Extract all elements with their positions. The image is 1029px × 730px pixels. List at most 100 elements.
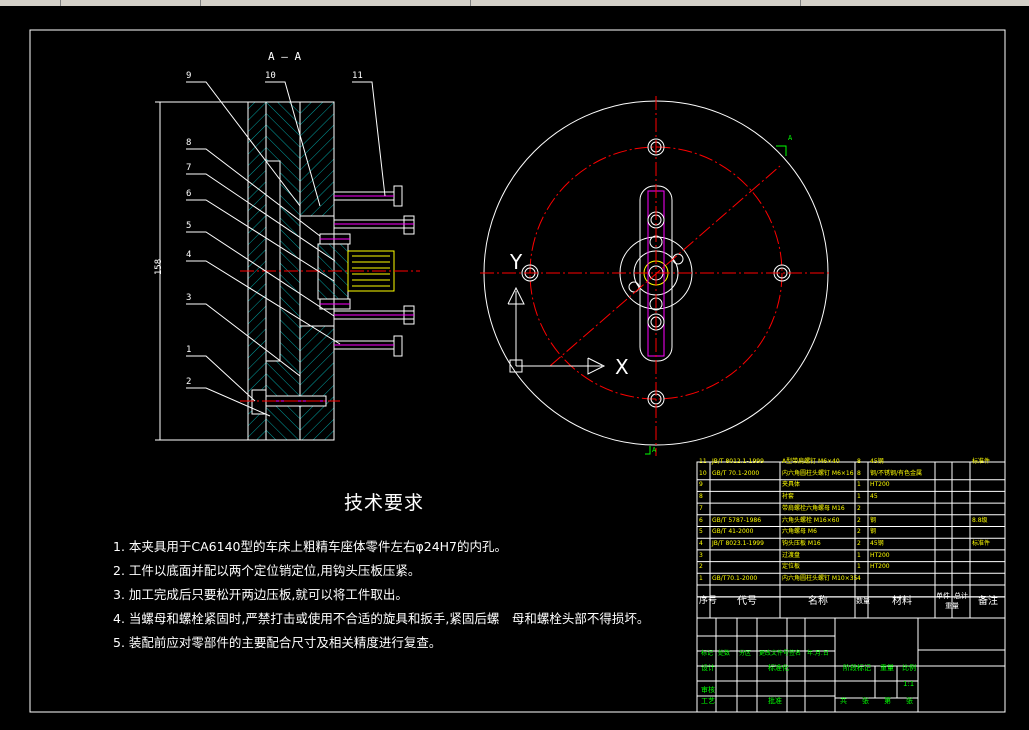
tb-process: 工艺 xyxy=(701,697,715,705)
tb-check: 审核 xyxy=(701,686,715,694)
bom-cell-name: 夹具体 xyxy=(782,481,801,489)
part-callout: 3 xyxy=(186,293,192,303)
bom-cell-no: 6 xyxy=(699,516,703,524)
bom-cell-name: 过渡盘 xyxy=(782,551,801,559)
bom-cell-code: JB/T 8012.1-1999 xyxy=(712,458,764,465)
bom-cell-no: 4 xyxy=(699,539,703,547)
bom-cell-code: GB/T 41-2000 xyxy=(712,528,754,536)
tech-req-line: 5. 装配前应对零部件的主要配合尺寸及相关精度进行复查。 xyxy=(113,635,442,650)
bom-cell-qty: 2 xyxy=(857,504,861,512)
bom-cell-mat: 钢 xyxy=(870,528,877,536)
bom-header-mat: 材料 xyxy=(892,596,912,607)
bom-header-total: 总计 xyxy=(954,592,968,600)
tech-req-title: 技术要求 xyxy=(344,492,425,514)
bom-cell-code: GB/T70.1-2000 xyxy=(712,575,758,582)
bom-header-note: 备注 xyxy=(978,596,998,607)
bom-cell-name: 内六角圆柱头螺钉 M6×16 xyxy=(782,469,854,477)
tech-req-line: 4. 当螺母和螺栓紧固时,严禁打击或使用不合适的旋具和扳手,紧固后螺 母和螺栓头… xyxy=(113,611,650,626)
bom-cell-qty: 1 xyxy=(857,481,861,489)
bom-cell-mat: HT200 xyxy=(870,551,890,559)
bom-header-qty: 数量 xyxy=(856,597,870,605)
section-mark-a: A xyxy=(788,134,793,142)
bom-cell-name: 内六角圆柱头螺钉 M10×35 xyxy=(782,575,858,582)
bom-cell-qty: 2 xyxy=(857,539,861,547)
bom-cell-name: 六角螺母 M6 xyxy=(782,528,817,536)
bom-cell-no: 9 xyxy=(699,481,703,489)
sheet-cell: 第 xyxy=(884,697,891,705)
bom-cell-name: 衬套 xyxy=(782,493,795,501)
tb-approve: 批准 xyxy=(768,697,782,705)
ucs-x-label: X xyxy=(615,355,629,379)
bom-cell-mat: 钢 xyxy=(870,516,877,524)
rev-cell: 处数 xyxy=(718,650,731,657)
tb-stage: 阶段标记 xyxy=(843,664,871,672)
rev-cell: 分区 xyxy=(739,650,752,657)
bom-cell-name: 六角头螺栓 M16×60 xyxy=(782,516,840,524)
bom-cell-mat: 45钢 xyxy=(870,539,884,547)
bom-cell-code: JB/T 8023.1-1999 xyxy=(712,539,764,547)
rev-cell: 签名 xyxy=(789,650,802,657)
bom-cell-note: 标准件 xyxy=(972,539,991,547)
bom-header-no: 序号 xyxy=(699,596,718,606)
plan-view xyxy=(480,96,832,456)
bom-cell-code: GB/T 5787-1986 xyxy=(712,516,762,524)
bom-cell-code: GB/T 70.1-2000 xyxy=(712,469,760,477)
bom-cell-name: A型带肩螺钉 M6×40 xyxy=(782,458,840,465)
tech-req-line: 2. 工件以底面并配以两个定位销定位,用钩头压板压紧。 xyxy=(113,563,421,578)
bom-cell-qty: 8 xyxy=(857,458,861,465)
bom-header-unit: 单件 xyxy=(936,592,950,600)
bom-cell-no: 3 xyxy=(699,551,703,559)
bom-cell-qty: 1 xyxy=(857,551,861,559)
bom-header-weight: 重量 xyxy=(945,602,959,610)
part-callout: 8 xyxy=(186,138,192,148)
bom-cell-name: 钩头压板 M16 xyxy=(782,539,821,547)
bom-cell-qty: 8 xyxy=(857,469,861,477)
section-mark-a: A xyxy=(652,446,657,454)
part-callout: 11 xyxy=(352,71,363,81)
tb-standard: 标准化 xyxy=(768,664,789,672)
bom-cell-no: 2 xyxy=(699,563,703,571)
bom-cell-qty: 2 xyxy=(857,516,861,524)
rev-cell: 标记 xyxy=(701,650,714,657)
part-callout: 2 xyxy=(186,377,192,387)
bom-cell-no: 10 xyxy=(699,469,707,477)
sheet-cell: 共 xyxy=(840,697,847,705)
ucs-y-label: Y xyxy=(510,250,523,274)
bom-cell-qty: 1 xyxy=(857,563,861,571)
bom-cell-mat: HT200 xyxy=(870,481,890,489)
bom-cell-mat: 45 xyxy=(870,493,878,501)
bom-header-name: 名称 xyxy=(808,596,828,607)
bom-cell-note: 8.8级 xyxy=(972,516,988,524)
bom-cell-name: 定位板 xyxy=(782,563,801,571)
bom-cell-note: 标准件 xyxy=(972,458,991,465)
bom-cell-qty: 4 xyxy=(857,575,861,582)
sheet-cell: 张 xyxy=(862,697,869,705)
tb-scale-value: 1:1 xyxy=(903,680,915,688)
bom-cell-no: 7 xyxy=(699,504,703,512)
bom-cell-qty: 1 xyxy=(857,493,861,501)
bom-header-code: 代号 xyxy=(737,596,757,607)
bom-cell-mat: HT200 xyxy=(870,563,890,571)
part-callout: 6 xyxy=(186,189,192,199)
part-callout: 5 xyxy=(186,221,192,231)
bom-cell-mat: 钢/不锈钢/有色金属 xyxy=(870,469,923,477)
tb-design: 设计 xyxy=(701,664,715,672)
tech-req-line: 3. 加工完成后只要松开两边压板,就可以将工件取出。 xyxy=(113,587,408,602)
bom-cell-name: 带肩螺栓六角螺母 M16 xyxy=(782,504,845,512)
bom-cell-no: 1 xyxy=(699,575,703,582)
part-callout: 7 xyxy=(186,163,192,173)
rev-cell: 更改文件号 xyxy=(759,650,790,657)
bom-cell-mat: 45钢 xyxy=(870,458,884,465)
bom-cell-qty: 2 xyxy=(857,528,861,536)
dimension-label: 158 xyxy=(154,258,165,276)
tb-scale: 比例 xyxy=(902,664,916,672)
part-callout: 4 xyxy=(186,250,192,260)
bom-cell-no: 8 xyxy=(699,493,703,501)
tech-req-line: 1. 本夹具用于CA6140型的车床上粗精车座体零件左右φ24H7的内孔。 xyxy=(113,539,507,554)
section-view xyxy=(155,81,420,441)
part-callout: 9 xyxy=(186,71,192,81)
bom-table xyxy=(696,461,1006,713)
section-label: A — A xyxy=(268,50,302,63)
bom-cell-no: 5 xyxy=(699,528,703,536)
tb-weight: 重量 xyxy=(880,664,894,672)
